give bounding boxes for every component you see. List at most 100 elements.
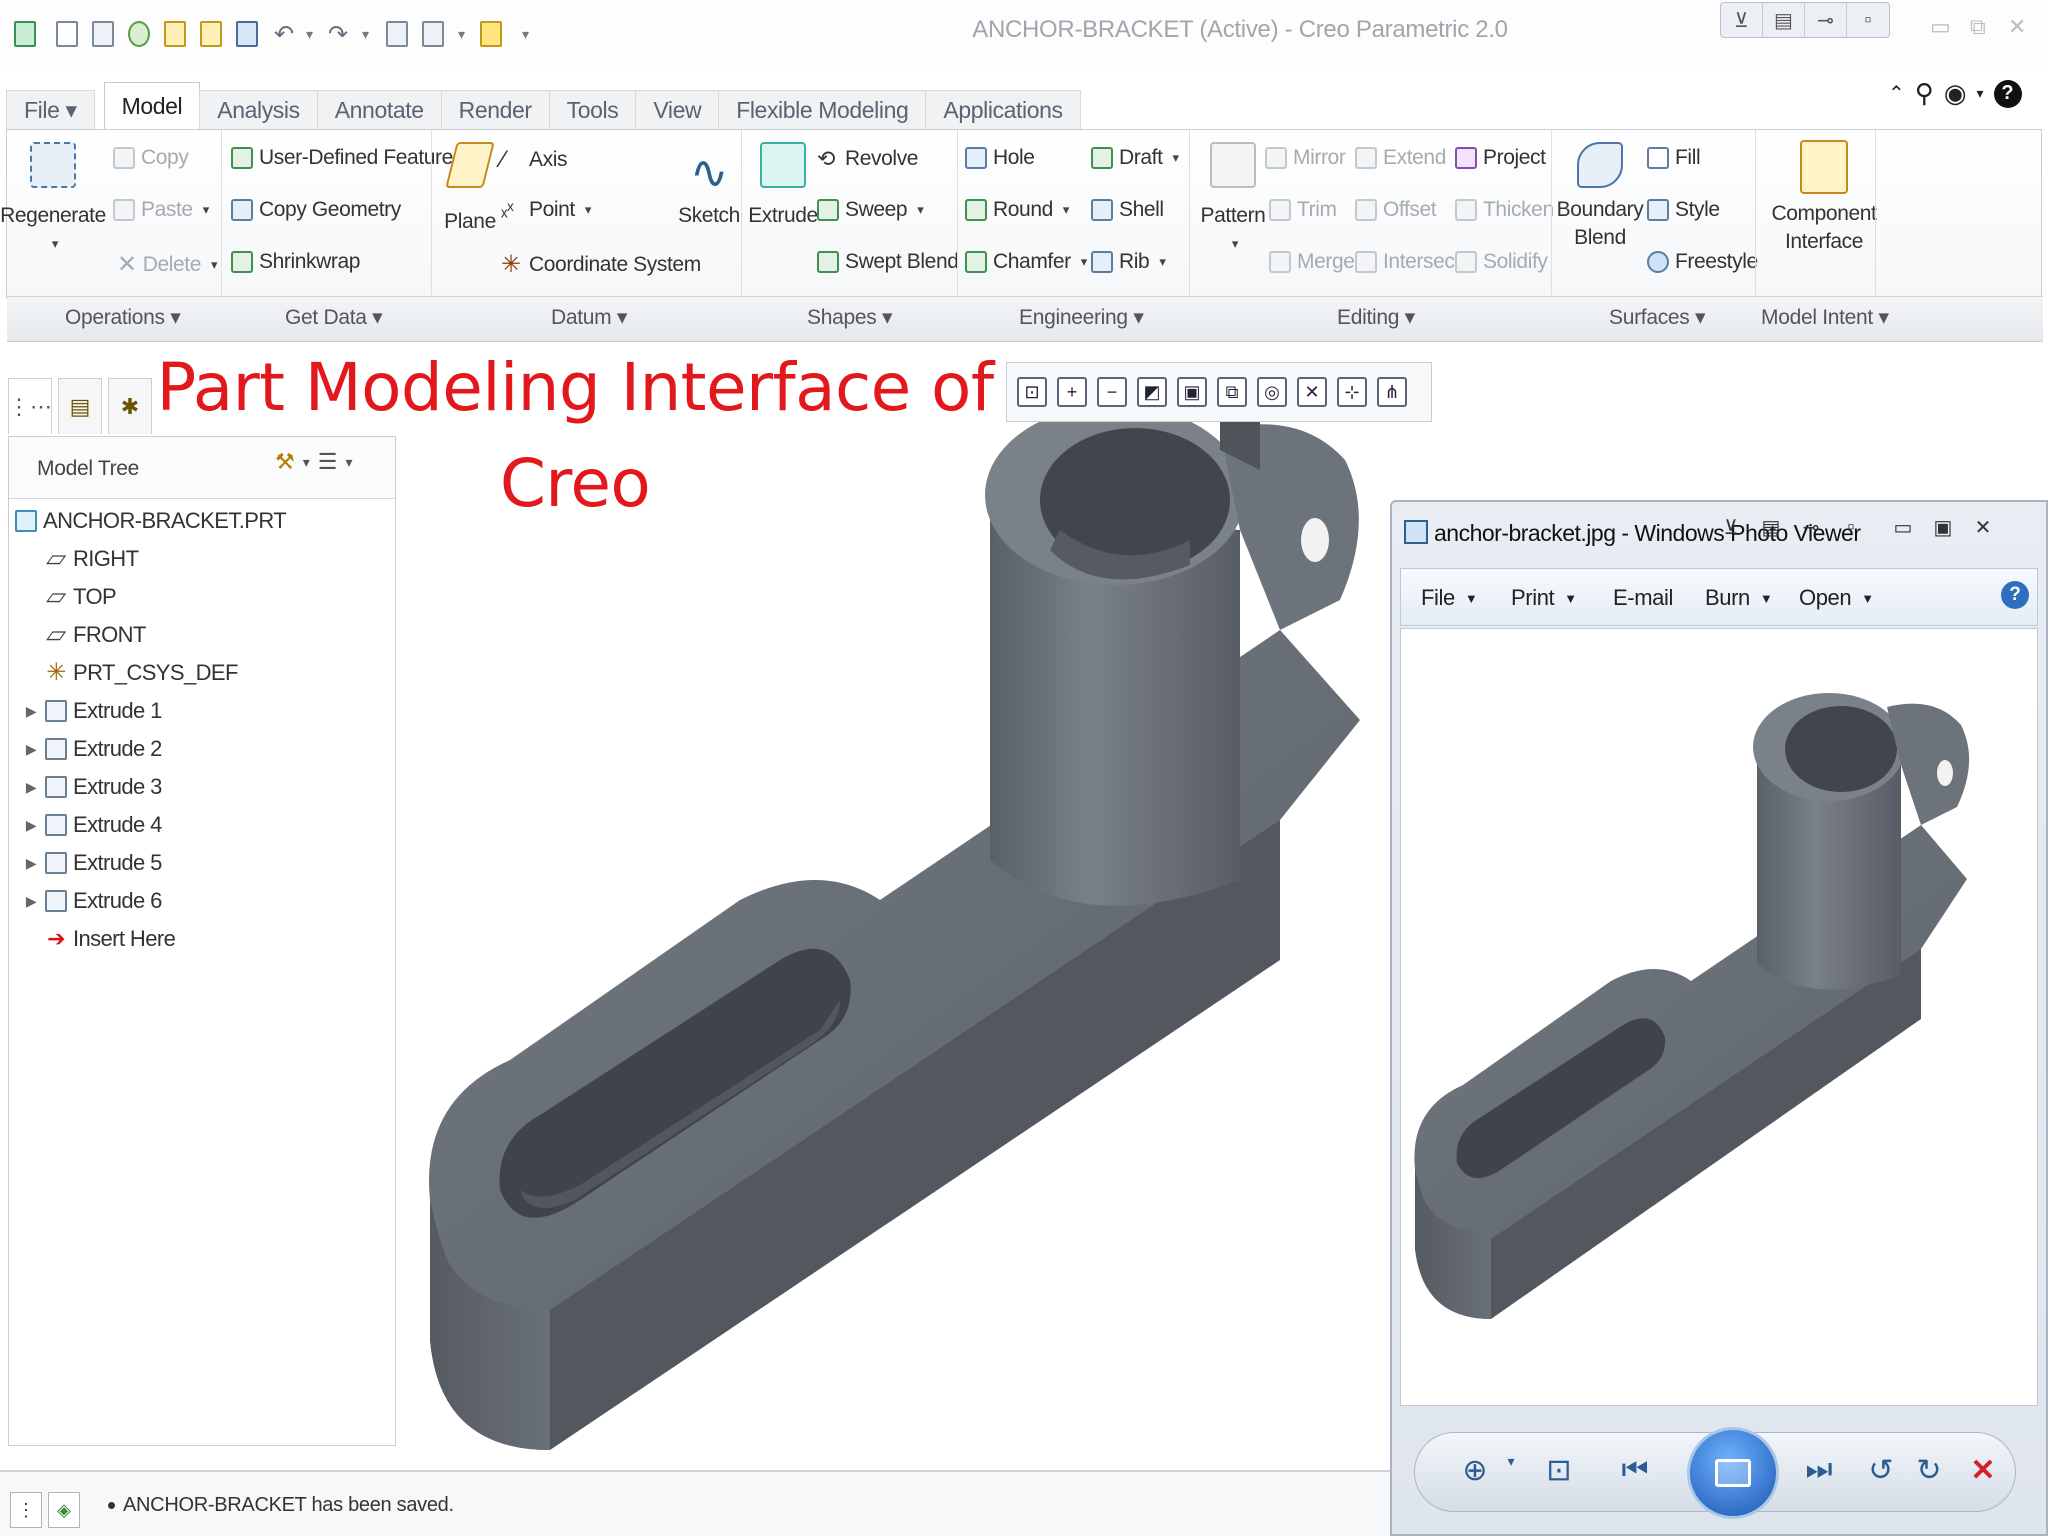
- undo-dropdown-icon[interactable]: ▾: [306, 16, 313, 52]
- pv-menu-file[interactable]: File ▼: [1421, 585, 1478, 611]
- freestyle-button[interactable]: Freestyle: [1647, 250, 1758, 274]
- undo-icon[interactable]: ↶: [274, 16, 294, 52]
- pattern-button[interactable]: Pattern ▾: [1197, 142, 1269, 258]
- intersect-button[interactable]: Intersect: [1355, 250, 1460, 274]
- axis-button[interactable]: ⁄ Axis: [501, 146, 567, 174]
- sketch-button[interactable]: ∿ Sketch: [673, 142, 745, 230]
- pv-close-icon[interactable]: ✕: [1966, 512, 2000, 542]
- revolve-button[interactable]: ⟲ Revolve: [817, 146, 918, 172]
- rib-button[interactable]: Rib ▾: [1091, 250, 1166, 274]
- zoom-dropdown-icon[interactable]: ▾: [1491, 1453, 1531, 1470]
- show-icon[interactable]: ☰: [318, 449, 338, 475]
- tree-item-extrude-2[interactable]: ▶ Extrude 2: [23, 731, 162, 767]
- merge-button[interactable]: Merge: [1269, 250, 1355, 274]
- group-operations[interactable]: Operations ▾: [65, 305, 181, 330]
- copy-button[interactable]: Copy: [113, 146, 189, 170]
- overlap-small-icon[interactable]: ▫: [1834, 512, 1868, 542]
- next-icon[interactable]: ⏭: [1799, 1453, 1839, 1487]
- delete-dropdown-icon[interactable]: ▾: [211, 257, 218, 273]
- tab-model[interactable]: Model: [103, 82, 201, 130]
- pv-minimize-icon[interactable]: ▭: [1886, 512, 1920, 542]
- copy-folder-icon[interactable]: [200, 16, 222, 52]
- tab-annotate[interactable]: Annotate: [316, 90, 442, 130]
- tree-item-part[interactable]: ANCHOR-BRACKET.PRT: [15, 503, 287, 539]
- tab-applications[interactable]: Applications: [925, 90, 1081, 130]
- saved-orientations-icon[interactable]: ⧉: [1217, 377, 1247, 407]
- project-button[interactable]: Project: [1455, 146, 1546, 170]
- expand-icon[interactable]: ▶: [23, 817, 39, 834]
- group-model-intent[interactable]: Model Intent ▾: [1761, 305, 1889, 330]
- tab-view[interactable]: View: [635, 90, 720, 130]
- pv-menu-burn[interactable]: Burn ▼: [1705, 585, 1773, 611]
- regenerate-button[interactable]: Regenerate ▾: [0, 142, 106, 258]
- tree-item-extrude-6[interactable]: ▶ Extrude 6: [23, 883, 162, 919]
- actual-size-icon[interactable]: ⊡: [1539, 1453, 1579, 1488]
- view-manager-icon[interactable]: ◎: [1257, 377, 1287, 407]
- chamfer-button[interactable]: Chamfer ▾: [965, 250, 1087, 274]
- settings-icon[interactable]: ⚒: [275, 449, 295, 475]
- trim-button[interactable]: Trim: [1269, 198, 1337, 222]
- tree-item-extrude-5[interactable]: ▶ Extrude 5: [23, 845, 162, 881]
- redo-dropdown-icon[interactable]: ▾: [362, 16, 369, 52]
- close-window-folder-icon[interactable]: [480, 16, 502, 52]
- mirror-button[interactable]: Mirror: [1265, 146, 1346, 170]
- tree-item-front[interactable]: ▱ FRONT: [44, 617, 146, 653]
- round-button[interactable]: Round ▾: [965, 198, 1069, 222]
- refit-icon[interactable]: ⊡: [1017, 377, 1047, 407]
- draft-dropdown-icon[interactable]: ▾: [1173, 150, 1180, 166]
- display-style-icon[interactable]: ▣: [1177, 377, 1207, 407]
- expand-icon[interactable]: ▶: [23, 893, 39, 910]
- tree-item-insert-here[interactable]: ➔ Insert Here: [45, 921, 176, 957]
- collapse-ribbon-icon[interactable]: ⌃: [1888, 81, 1905, 106]
- sphere-icon[interactable]: [128, 16, 150, 52]
- regenerate-small-icon[interactable]: [386, 16, 408, 52]
- favorites-tab-icon[interactable]: ✱: [108, 378, 152, 434]
- shrinkwrap-button[interactable]: Shrinkwrap: [231, 250, 360, 274]
- delete-button[interactable]: ✕ Delete ▾: [117, 250, 218, 279]
- tab-tools[interactable]: Tools: [548, 90, 637, 130]
- expand-icon[interactable]: ▶: [23, 703, 39, 720]
- regenerate-dropdown-icon[interactable]: ▾: [52, 230, 59, 258]
- solidify-button[interactable]: Solidify: [1455, 250, 1548, 274]
- sweep-dropdown-icon[interactable]: ▾: [917, 202, 924, 218]
- new-edit-icon[interactable]: [92, 16, 114, 52]
- group-surfaces[interactable]: Surfaces ▾: [1609, 305, 1706, 330]
- rotate-clockwise-icon[interactable]: ↻: [1909, 1453, 1949, 1488]
- pv-menu-open[interactable]: Open ▼: [1799, 585, 1874, 611]
- datum-display-icon[interactable]: ✕: [1297, 377, 1327, 407]
- slideshow-button[interactable]: [1687, 1427, 1779, 1519]
- fill-button[interactable]: Fill: [1647, 146, 1701, 170]
- expand-icon[interactable]: ▶: [23, 741, 39, 758]
- component-interface-button[interactable]: Component Interface: [1771, 140, 1877, 256]
- pattern-dropdown-icon[interactable]: ▾: [1232, 230, 1239, 258]
- point-button[interactable]: ₓˣ Point ▾: [501, 198, 591, 222]
- hole-button[interactable]: Hole: [965, 146, 1035, 170]
- minimize-icon[interactable]: ▭: [1930, 14, 1951, 40]
- show-dropdown-icon[interactable]: ▾: [346, 454, 353, 471]
- boundary-blend-button[interactable]: Boundary Blend: [1557, 142, 1644, 252]
- pv-menu-email[interactable]: E-mail: [1613, 585, 1673, 611]
- folder-browser-tab-icon[interactable]: ▤: [58, 378, 102, 434]
- close-icon[interactable]: ✕: [2008, 14, 2026, 40]
- overlap-panel-icon[interactable]: ▤: [1754, 512, 1788, 542]
- tree-item-extrude-4[interactable]: ▶ Extrude 4: [23, 807, 162, 843]
- help-icon[interactable]: ?: [1993, 79, 2022, 108]
- expand-icon[interactable]: ▶: [23, 855, 39, 872]
- toggle-pin-icon[interactable]: ⊸: [1805, 3, 1847, 37]
- maximize-icon[interactable]: ⧉: [1970, 14, 1986, 40]
- tab-flexible-modeling[interactable]: Flexible Modeling: [718, 90, 927, 130]
- expand-icon[interactable]: ▶: [23, 779, 39, 796]
- previous-icon[interactable]: ⏮: [1615, 1453, 1655, 1487]
- browser-toggle-icon[interactable]: ◈: [48, 1492, 80, 1528]
- tab-analysis[interactable]: Analysis: [199, 90, 318, 130]
- community-icon[interactable]: ◉: [1944, 78, 1967, 109]
- settings-dropdown-icon[interactable]: ▾: [303, 454, 310, 471]
- tree-item-top[interactable]: ▱ TOP: [44, 579, 116, 615]
- extrude-button[interactable]: Extrude: [747, 142, 819, 230]
- toggle-arrow-icon[interactable]: ⊻: [1721, 3, 1763, 37]
- community-dropdown-icon[interactable]: ▾: [1977, 85, 1984, 102]
- model-tree-tab-icon[interactable]: ⋮⋯: [8, 378, 52, 434]
- toggle-panel-icon[interactable]: ▤: [1763, 3, 1805, 37]
- new-file-icon[interactable]: [56, 16, 78, 52]
- sweep-button[interactable]: Sweep ▾: [817, 198, 924, 222]
